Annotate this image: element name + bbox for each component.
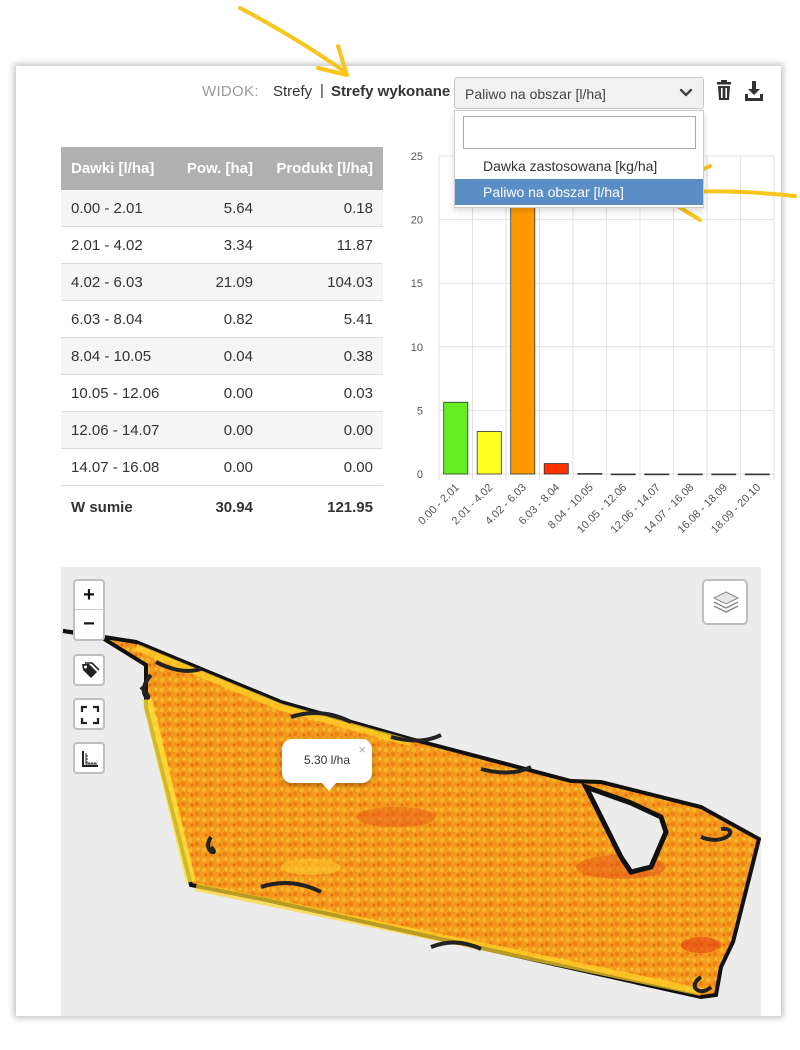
table-row: 12.06 - 14.07 0.00 0.00 (61, 412, 383, 449)
tag-icon (82, 662, 100, 678)
cell-area: 0.82 (223, 310, 253, 328)
col-header-product: Produkt [l/ha] (276, 160, 373, 177)
fullscreen-icon (80, 705, 100, 725)
y-tick-label: 25 (411, 151, 423, 163)
view-option-executed-zones[interactable]: Strefy wykonane (331, 83, 450, 100)
col-header-dose: Dawki [l/ha] (71, 160, 155, 177)
labels-button[interactable] (73, 654, 105, 686)
cell-area: 21.09 (215, 273, 253, 291)
field-zone-polygon (62, 629, 761, 1000)
cell-area: 3.34 (223, 236, 253, 254)
chart-bar (443, 401, 469, 475)
table-row: 0.00 - 2.01 5.64 0.18 (61, 190, 383, 227)
cell-product: 0.38 (343, 347, 373, 365)
cell-product: 0.03 (343, 384, 373, 402)
chart-bar (476, 431, 502, 475)
zoom-in-button[interactable]: + (75, 581, 103, 610)
popup-close-icon[interactable]: × (358, 742, 366, 757)
y-tick-label: 20 (411, 215, 423, 227)
total-area: 30.94 (215, 498, 253, 516)
ruler-icon (82, 751, 98, 767)
cell-dose: 2.01 - 4.02 (71, 236, 143, 254)
value-popup: 5.30 l/ha × (282, 739, 372, 791)
chart-bar (711, 473, 737, 476)
cell-dose: 12.06 - 14.07 (71, 421, 160, 439)
y-tick-label: 10 (411, 342, 423, 354)
cell-product: 0.00 (343, 458, 373, 476)
total-label: W sumie (71, 498, 133, 516)
chart-bar (644, 473, 670, 476)
popup-tip (320, 781, 338, 791)
chart-bar (744, 473, 770, 476)
view-option-zones[interactable]: Strefy (273, 83, 312, 100)
cell-area: 5.64 (223, 199, 253, 217)
cell-product: 0.00 (343, 421, 373, 439)
table-row: 6.03 - 8.04 0.82 5.41 (61, 301, 383, 338)
zoom-out-button[interactable]: − (75, 610, 103, 639)
cell-dose: 0.00 - 2.01 (71, 199, 143, 217)
table-header: Dawki [l/ha] Pow. [ha] Produkt [l/ha] (61, 147, 383, 190)
popup-value: 5.30 l/ha (303, 753, 351, 767)
screenshot: WIDOK: Strefy | Strefy wykonane Paliwo n… (0, 0, 800, 1050)
trash-icon[interactable] (714, 80, 734, 102)
chart-bar (543, 463, 569, 475)
table-row: 8.04 - 10.05 0.04 0.38 (61, 338, 383, 375)
dropdown-option-applied-dose[interactable]: Dawka zastosowana [kg/ha] (455, 153, 703, 179)
chart-bar (610, 473, 636, 476)
y-tick-label: 5 (417, 405, 423, 417)
table-row: 14.07 - 16.08 0.00 0.00 (61, 449, 383, 486)
cell-dose: 4.02 - 6.03 (71, 273, 143, 291)
chevron-down-icon (679, 88, 693, 97)
cell-area: 0.00 (223, 421, 253, 439)
layer-select-value: Paliwo na obszar [l/ha] (465, 86, 606, 102)
dose-table: Dawki [l/ha] Pow. [ha] Produkt [l/ha] 0.… (61, 147, 383, 528)
layers-button[interactable] (702, 579, 748, 625)
download-icon[interactable] (744, 80, 764, 102)
cell-product: 0.18 (343, 199, 373, 217)
fullscreen-button[interactable] (73, 698, 105, 730)
cell-product: 11.87 (336, 236, 373, 254)
measure-button[interactable] (73, 742, 105, 774)
dropdown-option-fuel-per-area[interactable]: Paliwo na obszar [l/ha] (455, 179, 703, 205)
table-row: 10.05 - 12.06 0.00 0.03 (61, 375, 383, 412)
cell-product: 104.03 (327, 273, 373, 291)
chart-bar (510, 205, 536, 475)
report-card: WIDOK: Strefy | Strefy wykonane Paliwo n… (16, 66, 781, 1016)
y-tick-label: 0 (417, 469, 423, 481)
cell-area: 0.00 (223, 458, 253, 476)
chart-bar (577, 473, 603, 475)
dropdown-search-input[interactable] (463, 116, 696, 149)
total-product: 121.95 (327, 498, 373, 516)
cell-product: 5.41 (343, 310, 373, 328)
cell-dose: 14.07 - 16.08 (71, 458, 160, 476)
cell-dose: 8.04 - 10.05 (71, 347, 152, 365)
y-tick-label: 15 (411, 278, 423, 290)
col-header-area: Pow. [ha] (186, 160, 253, 177)
view-label: WIDOK: (202, 83, 259, 100)
cell-dose: 10.05 - 12.06 (71, 384, 160, 402)
table-row: 4.02 - 6.03 21.09 104.03 (61, 264, 383, 301)
cell-area: 0.04 (223, 347, 253, 365)
view-separator: | (320, 82, 324, 99)
table-row: 2.01 - 4.02 3.34 11.87 (61, 227, 383, 264)
layers-icon (712, 591, 740, 613)
layer-select[interactable]: Paliwo na obszar [l/ha] (454, 77, 704, 109)
table-total-row: W sumie 30.94 121.95 (61, 486, 383, 528)
cell-dose: 6.03 - 8.04 (71, 310, 143, 328)
cell-area: 0.00 (223, 384, 253, 402)
chart-bar (677, 473, 703, 476)
zoom-control: + − (73, 579, 105, 641)
layer-dropdown: Dawka zastosowana [kg/ha] Paliwo na obsz… (454, 110, 704, 208)
toolbar: WIDOK: Strefy | Strefy wykonane Paliwo n… (16, 76, 781, 110)
field-map[interactable]: + − 5.30 l/ha × (61, 567, 761, 1016)
